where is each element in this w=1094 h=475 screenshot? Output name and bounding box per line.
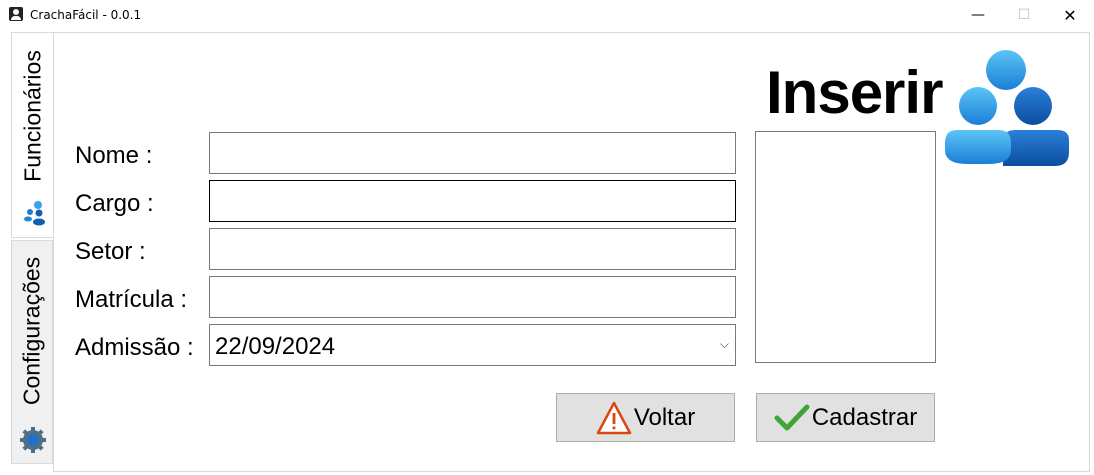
users-icon	[24, 201, 45, 226]
voltar-label: Voltar	[633, 403, 696, 431]
tab-label: Configurações	[18, 256, 45, 406]
admissao-date-picker[interactable]: 22/09/2024 ⌵	[209, 324, 736, 366]
maximize-button[interactable]: ☐	[1001, 0, 1047, 30]
photo-box[interactable]	[755, 131, 936, 363]
title-bar: CrachaFácil - 0.0.1 — ☐ ✕	[0, 0, 1094, 30]
cargo-field[interactable]	[209, 180, 736, 222]
tab-funcionarios[interactable]: Funcionários	[11, 32, 53, 238]
app-badge-icon	[9, 7, 23, 21]
nome-label: Nome :	[75, 142, 153, 169]
cadastrar-label: Cadastrar	[811, 403, 918, 431]
tab-configuracoes[interactable]: Configurações	[11, 240, 53, 464]
voltar-button[interactable]: Voltar	[556, 393, 735, 442]
tab-label: Funcionários	[19, 50, 45, 182]
chevron-down-icon[interactable]: ⌵	[720, 337, 729, 352]
checkmark-icon	[774, 404, 810, 430]
admissao-label: Admissão :	[75, 334, 194, 361]
page-title: Inserir	[766, 59, 943, 126]
cadastrar-button[interactable]: Cadastrar	[756, 393, 935, 442]
minimize-button[interactable]: —	[955, 0, 1001, 30]
warning-icon	[596, 401, 632, 434]
setor-field[interactable]	[209, 228, 736, 270]
users-group-icon	[945, 50, 1069, 166]
admissao-date-value: 22/09/2024	[215, 333, 336, 360]
gear-icon	[20, 427, 46, 453]
cargo-label: Cargo :	[75, 190, 154, 217]
matricula-field[interactable]	[209, 276, 736, 318]
matricula-label: Matrícula :	[75, 286, 188, 313]
nome-field[interactable]	[209, 132, 736, 174]
window-title: CrachaFácil - 0.0.1	[30, 8, 142, 22]
close-button[interactable]: ✕	[1047, 0, 1093, 30]
setor-label: Setor :	[75, 238, 146, 265]
